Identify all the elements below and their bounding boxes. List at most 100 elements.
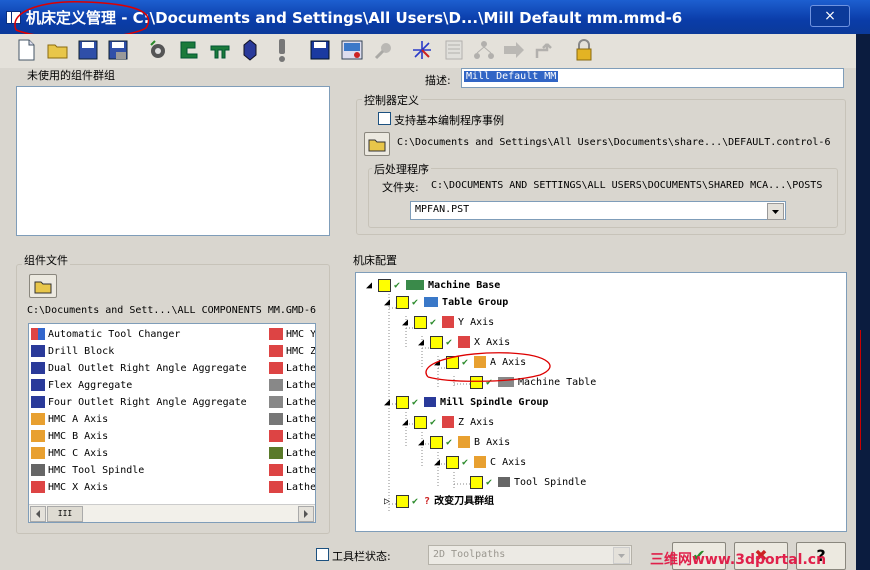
list-item[interactable]: Lathe bbox=[269, 411, 315, 428]
tree-node-machine-base[interactable]: ◢ ✔ Machine Base bbox=[366, 277, 500, 295]
machine-config-label: 机床配置 bbox=[353, 254, 397, 267]
list-item[interactable]: Flex Aggregate bbox=[31, 377, 132, 394]
toolbar-state-checkbox[interactable] bbox=[316, 548, 329, 561]
tree-node-tool-spindle[interactable]: ✔ Tool Spindle bbox=[470, 474, 586, 492]
branch-icon[interactable] bbox=[534, 38, 558, 62]
axis-icon bbox=[442, 416, 455, 428]
node-checkbox[interactable] bbox=[396, 395, 410, 409]
tree-node-mill-spindle-group[interactable]: ◢ ✔ Mill Spindle Group bbox=[384, 394, 548, 412]
list-item[interactable]: Lathe bbox=[269, 428, 315, 445]
question-icon: ? bbox=[424, 496, 431, 507]
connect-icon[interactable] bbox=[372, 38, 396, 62]
component-list[interactable]: Automatic Tool Changer Drill Block Dual … bbox=[28, 323, 316, 523]
component-icon bbox=[269, 362, 283, 374]
toolbar-state-dropdown[interactable] bbox=[613, 547, 630, 564]
tree-node-change-tool-group[interactable]: ▷ ✔? 改变刀具群组 bbox=[384, 493, 494, 511]
list-item[interactable]: HMC B Axis bbox=[31, 428, 108, 445]
tree-node-table-group[interactable]: ◢ ✔ Table Group bbox=[384, 294, 508, 312]
folder-icon bbox=[368, 139, 386, 152]
controller-open-button[interactable] bbox=[364, 132, 390, 156]
save-icon[interactable] bbox=[76, 38, 100, 62]
tool-spindle-icon bbox=[498, 477, 510, 487]
scroll-right-button[interactable] bbox=[298, 506, 314, 522]
open-icon[interactable] bbox=[46, 38, 70, 62]
list-icon[interactable] bbox=[442, 38, 466, 62]
list-item[interactable]: Lathe bbox=[269, 479, 315, 496]
machine-config-tree[interactable]: ◢ ✔ Machine Base ◢ ✔ Table Group ◢ ✔ Y Axis… bbox=[355, 272, 847, 532]
support-checkbox[interactable] bbox=[378, 112, 391, 125]
tree-node-z-axis[interactable]: ◢ ✔ Z Axis bbox=[402, 414, 494, 432]
annotation-ellipse-icon bbox=[425, 352, 551, 382]
node-checkbox[interactable] bbox=[414, 415, 428, 429]
list-item[interactable]: HMC C Axis bbox=[31, 445, 108, 462]
warning-icon[interactable] bbox=[270, 38, 294, 62]
axes-icon[interactable] bbox=[410, 38, 434, 62]
node-checkbox[interactable] bbox=[430, 435, 444, 449]
check-icon: ✔ bbox=[446, 436, 453, 448]
description-label: 描述: bbox=[425, 74, 451, 87]
scroll-thumb[interactable]: III bbox=[47, 506, 83, 522]
list-item[interactable]: HMC Z bbox=[269, 343, 315, 360]
tool-icon[interactable] bbox=[208, 38, 232, 62]
axis-icon bbox=[474, 456, 487, 468]
list-item[interactable]: HMC X Axis bbox=[31, 479, 108, 496]
list-item[interactable]: Automatic Tool Changer bbox=[31, 326, 180, 343]
node-checkbox[interactable] bbox=[396, 295, 410, 309]
rotary-icon[interactable] bbox=[146, 38, 170, 62]
component-icon bbox=[31, 447, 45, 459]
post-select[interactable]: MPFAN.PST bbox=[410, 201, 786, 220]
list-item[interactable]: Lathe bbox=[269, 462, 315, 479]
node-checkbox[interactable] bbox=[470, 475, 483, 489]
machine-icon[interactable] bbox=[178, 38, 202, 62]
folder-icon bbox=[34, 281, 52, 294]
unused-groups-list[interactable] bbox=[16, 86, 330, 236]
tree-node-b-axis[interactable]: ◢ ✔ B Axis bbox=[418, 434, 510, 452]
tree-node-y-axis[interactable]: ◢ ✔ Y Axis bbox=[402, 314, 494, 332]
check-icon: ✔ bbox=[412, 396, 419, 408]
lock-icon[interactable] bbox=[572, 38, 596, 62]
component-icon bbox=[31, 430, 45, 442]
tree-node-c-axis[interactable]: ◢ ✔ C Axis bbox=[434, 454, 526, 472]
list-item[interactable]: Lathe bbox=[269, 360, 315, 377]
component-icon bbox=[31, 379, 45, 391]
close-button[interactable]: × bbox=[810, 5, 850, 27]
list-item[interactable]: Lathe bbox=[269, 445, 315, 462]
chevron-down-icon bbox=[772, 210, 779, 214]
node-checkbox[interactable] bbox=[396, 494, 410, 508]
list-item[interactable]: Lathe bbox=[269, 377, 315, 394]
toolbar bbox=[0, 34, 856, 68]
node-checkbox[interactable] bbox=[446, 455, 460, 469]
scroll-left-button[interactable] bbox=[30, 506, 46, 522]
toolbar-state-select[interactable]: 2D Toolpaths bbox=[428, 545, 632, 565]
description-input[interactable]: Mill Default MM bbox=[461, 68, 844, 88]
post-folder-label: 文件夹: bbox=[382, 181, 419, 194]
check-icon: ✔ bbox=[412, 495, 419, 507]
axis-icon bbox=[458, 436, 471, 448]
disk-icon[interactable] bbox=[308, 38, 332, 62]
component-open-button[interactable] bbox=[29, 274, 57, 298]
list-item[interactable]: Dual Outlet Right Angle Aggregate bbox=[31, 360, 247, 377]
list-item[interactable]: Lathe bbox=[269, 394, 315, 411]
list-item[interactable]: HMC Tool Spindle bbox=[31, 462, 144, 479]
machine-config-icon[interactable] bbox=[340, 38, 364, 62]
tree-icon[interactable] bbox=[472, 38, 496, 62]
list-item[interactable]: HMC A Axis bbox=[31, 411, 108, 428]
spindle-icon[interactable] bbox=[238, 38, 262, 62]
post-dropdown-arrow[interactable] bbox=[767, 203, 784, 220]
new-icon[interactable] bbox=[14, 38, 38, 62]
horizontal-scrollbar[interactable]: III bbox=[29, 504, 315, 522]
check-icon: ✔ bbox=[412, 296, 419, 308]
component-icon bbox=[269, 379, 283, 391]
list-item[interactable]: HMC Y bbox=[269, 326, 315, 343]
node-checkbox[interactable] bbox=[430, 335, 444, 349]
component-icon bbox=[31, 328, 45, 340]
save-as-icon[interactable] bbox=[106, 38, 130, 62]
check-icon: ✔ bbox=[430, 416, 437, 428]
annotation-line bbox=[860, 330, 861, 450]
list-item[interactable]: Four Outlet Right Angle Aggregate bbox=[31, 394, 247, 411]
list-item[interactable]: Drill Block bbox=[31, 343, 114, 360]
axis-icon bbox=[442, 316, 455, 328]
node-checkbox[interactable] bbox=[378, 278, 392, 292]
arrow-icon[interactable] bbox=[502, 38, 526, 62]
node-checkbox[interactable] bbox=[414, 315, 428, 329]
